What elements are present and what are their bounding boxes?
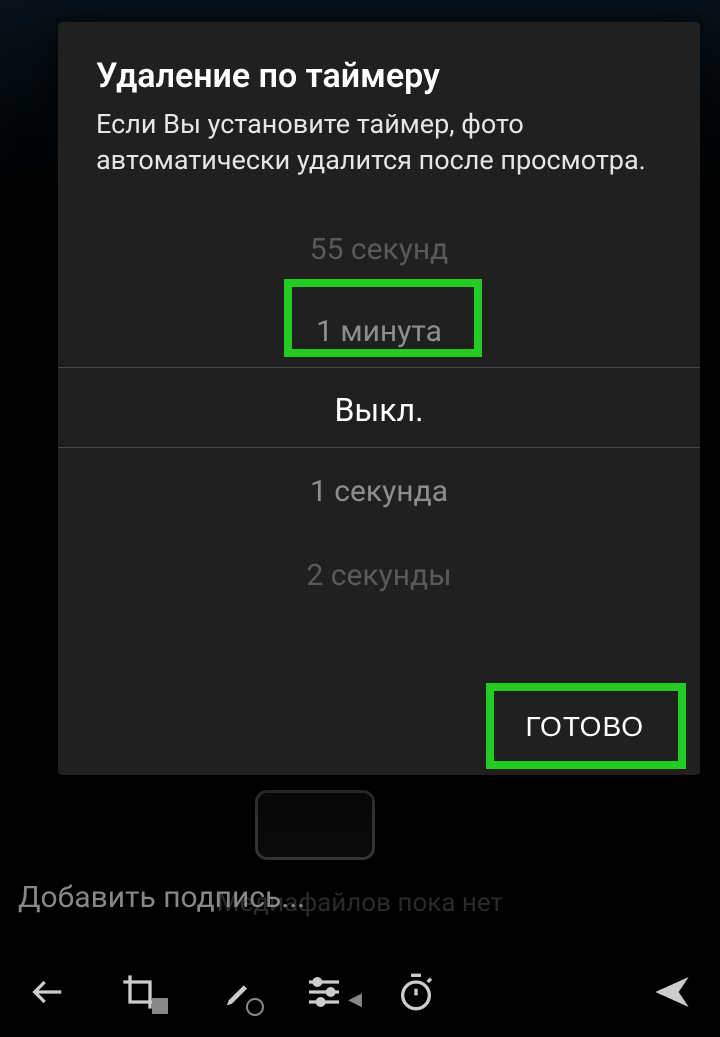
self-destruct-timer-dialog: Удаление по таймеру Если Вы установите т… <box>58 22 700 775</box>
background-thumbnail <box>255 790 375 860</box>
tune-icon[interactable]: ◀ <box>300 968 348 1016</box>
picker-item-selected[interactable]: Выкл. <box>58 371 700 449</box>
timer-icon[interactable] <box>392 968 440 1016</box>
timer-picker[interactable]: 55 секунд 1 минута Выкл. 1 секунда 2 сек… <box>58 207 700 679</box>
brush-icon[interactable] <box>208 968 256 1016</box>
done-button[interactable]: ГОТОВО <box>505 693 664 761</box>
caption-placeholder[interactable]: Добавить подпись... <box>18 880 305 915</box>
picker-item[interactable]: 55 секунд <box>58 211 700 289</box>
dialog-title: Удаление по таймеру <box>96 56 662 96</box>
picker-item[interactable]: 2 секунды <box>58 537 700 615</box>
dialog-description: Если Вы установите таймер, фото автомати… <box>96 106 662 179</box>
picker-divider <box>58 447 700 448</box>
picker-item[interactable]: 1 минута <box>58 293 700 371</box>
back-icon[interactable] <box>24 968 72 1016</box>
picker-item[interactable]: 1 секунда <box>58 453 700 531</box>
editor-toolbar: ◀ <box>0 947 720 1037</box>
crop-icon[interactable] <box>116 968 164 1016</box>
picker-divider <box>58 367 700 368</box>
send-icon[interactable] <box>648 968 696 1016</box>
